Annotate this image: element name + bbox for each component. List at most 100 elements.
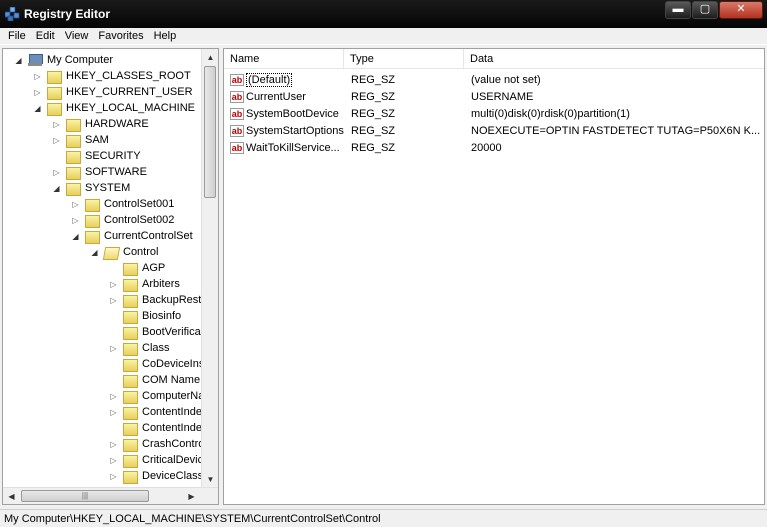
scroll-down-arrow-icon[interactable]: ▼ bbox=[202, 471, 218, 488]
collapse-triangle-icon[interactable]: ◢ bbox=[33, 104, 42, 113]
tree-item[interactable]: ▷ BackupReste bbox=[109, 292, 207, 308]
tree-item[interactable]: ▷ CrashContro bbox=[109, 436, 204, 452]
value-data-cell: USERNAME bbox=[471, 91, 534, 103]
menu-edit[interactable]: Edit bbox=[36, 30, 55, 42]
tree-item[interactable]: ▷ HKEY_CLASSES_ROOT bbox=[33, 68, 191, 84]
column-header-type[interactable]: Type bbox=[344, 49, 464, 69]
tree-item-label: Arbiters bbox=[142, 278, 180, 290]
tree-horizontal-scroll-thumb[interactable]: ||| bbox=[21, 490, 149, 502]
tree-item-label: BackupReste bbox=[142, 294, 208, 306]
ab-icon: ab bbox=[230, 74, 244, 86]
folder-icon bbox=[123, 470, 138, 484]
collapse-triangle-icon[interactable]: ◢ bbox=[90, 248, 99, 257]
expand-triangle-icon[interactable]: ▷ bbox=[109, 344, 118, 353]
ab-icon: ab bbox=[230, 142, 244, 154]
expand-triangle-icon[interactable]: ▷ bbox=[33, 72, 42, 81]
expander-placeholder bbox=[109, 312, 118, 321]
expand-triangle-icon[interactable]: ▷ bbox=[71, 200, 80, 209]
tree-item[interactable]: ▷ ControlSet002 bbox=[71, 212, 174, 228]
tree-item[interactable]: ContentInde bbox=[109, 420, 202, 436]
folder-icon bbox=[66, 150, 81, 164]
collapse-triangle-icon[interactable]: ◢ bbox=[52, 184, 61, 193]
folder-icon bbox=[85, 230, 100, 244]
value-data-cell: (value not set) bbox=[471, 74, 541, 86]
title-bar[interactable]: Registry Editor ▬ ▢ ✕ bbox=[0, 0, 767, 28]
expander-placeholder bbox=[109, 328, 118, 337]
value-type-cell: REG_SZ bbox=[351, 125, 396, 137]
menu-favorites[interactable]: Favorites bbox=[98, 30, 143, 42]
tree-item[interactable]: ▷ Arbiters bbox=[109, 276, 180, 292]
tree-item[interactable]: BootVerifica bbox=[109, 324, 201, 340]
tree-item[interactable]: CoDeviceIns bbox=[109, 356, 204, 372]
tree-item[interactable]: SECURITY bbox=[52, 148, 141, 164]
folder-icon bbox=[123, 326, 138, 340]
expand-triangle-icon[interactable]: ▷ bbox=[52, 120, 61, 129]
tree-item[interactable]: ▷ SAM bbox=[52, 132, 109, 148]
tree-item-label: HKEY_LOCAL_MACHINE bbox=[66, 102, 195, 114]
tree-item[interactable]: ▷ DeviceClass bbox=[109, 468, 203, 484]
expand-triangle-icon[interactable]: ▷ bbox=[109, 472, 118, 481]
tree-vertical-scroll-thumb[interactable] bbox=[204, 66, 216, 198]
tree-item[interactable]: ▷ SOFTWARE bbox=[52, 164, 147, 180]
folder-icon bbox=[123, 294, 138, 308]
collapse-triangle-icon[interactable]: ◢ bbox=[71, 232, 80, 241]
expand-triangle-icon[interactable]: ▷ bbox=[109, 440, 118, 449]
tree-item[interactable]: ◢ HKEY_LOCAL_MACHINE bbox=[33, 100, 195, 116]
close-button[interactable]: ✕ bbox=[719, 1, 763, 19]
expand-triangle-icon[interactable]: ▷ bbox=[52, 168, 61, 177]
table-row[interactable]: ab WaitToKillService... REG_SZ 20000 bbox=[224, 140, 764, 157]
expander-placeholder bbox=[109, 264, 118, 273]
expander-placeholder bbox=[109, 376, 118, 385]
values-list-pane[interactable]: Name Type Data ab (Default) REG_SZ (value n… bbox=[223, 48, 765, 505]
tree-item-label: HKEY_CURRENT_USER bbox=[66, 86, 193, 98]
menu-help[interactable]: Help bbox=[154, 30, 177, 42]
tree-item[interactable]: ◢ SYSTEM bbox=[52, 180, 130, 196]
expand-triangle-icon[interactable]: ▷ bbox=[33, 88, 42, 97]
expand-triangle-icon[interactable]: ▷ bbox=[109, 456, 118, 465]
minimize-button[interactable]: ▬ bbox=[665, 1, 691, 19]
table-row[interactable]: ab SystemBootDevice REG_SZ multi(0)disk(0)r… bbox=[224, 106, 764, 123]
computer-icon bbox=[28, 54, 43, 66]
tree-item[interactable]: ◢ CurrentControlSet bbox=[71, 228, 193, 244]
table-row[interactable]: ab SystemStartOptions REG_SZ NOEXECUTE=OPTI… bbox=[224, 123, 764, 140]
column-header-name[interactable]: Name bbox=[224, 49, 344, 69]
tree-item[interactable]: ◢ Control bbox=[90, 244, 158, 260]
list-header: Name Type Data bbox=[224, 49, 764, 69]
tree-item[interactable]: ▷ CriticalDevic bbox=[109, 452, 203, 468]
collapse-triangle-icon[interactable]: ◢ bbox=[14, 56, 23, 65]
tree-item[interactable]: ▷ HKEY_CURRENT_USER bbox=[33, 84, 193, 100]
tree-horizontal-scrollbar[interactable]: ◀ ||| ▶ bbox=[3, 487, 218, 504]
tree-item-label: ContentInde bbox=[142, 422, 202, 434]
tree-item[interactable]: Biosinfo bbox=[109, 308, 181, 324]
tree-vertical-scrollbar[interactable]: ▲ ▼ bbox=[201, 49, 218, 488]
scroll-left-arrow-icon[interactable]: ◀ bbox=[3, 488, 20, 504]
tree-item[interactable]: AGP bbox=[109, 260, 165, 276]
tree-item-label: AGP bbox=[142, 262, 166, 274]
table-row[interactable]: ab (Default) REG_SZ (value not set) bbox=[224, 72, 764, 89]
maximize-button[interactable]: ▢ bbox=[692, 1, 718, 19]
tree-item-label: COM Name A bbox=[142, 374, 210, 386]
tree-item-label: CrashContro bbox=[142, 438, 205, 450]
key-tree-pane[interactable]: ◢ My Computer ▷ HKEY_CLASSES_ROOT ▷ HKEY_CURR… bbox=[2, 48, 219, 505]
expand-triangle-icon[interactable]: ▷ bbox=[71, 216, 80, 225]
expand-triangle-icon[interactable]: ▷ bbox=[109, 280, 118, 289]
tree-item[interactable]: ▷ HARDWARE bbox=[52, 116, 149, 132]
expand-triangle-icon[interactable]: ▷ bbox=[52, 136, 61, 145]
tree-item-label: SOFTWARE bbox=[85, 166, 147, 178]
menu-view[interactable]: View bbox=[65, 30, 89, 42]
table-row[interactable]: ab CurrentUser REG_SZ USERNAME bbox=[224, 89, 764, 106]
tree-item[interactable]: ▷ ContentInde bbox=[109, 404, 202, 420]
column-header-data[interactable]: Data bbox=[464, 49, 764, 69]
tree-item-label: ControlSet002 bbox=[104, 214, 175, 226]
tree-item[interactable]: COM Name A bbox=[109, 372, 210, 388]
scroll-right-arrow-icon[interactable]: ▶ bbox=[183, 488, 200, 504]
expand-triangle-icon[interactable]: ▷ bbox=[109, 408, 118, 417]
tree-item[interactable]: ▷ ComputerNa bbox=[109, 388, 204, 404]
tree-item[interactable]: ▷ Class bbox=[109, 340, 170, 356]
expand-triangle-icon[interactable]: ▷ bbox=[109, 296, 118, 305]
expand-triangle-icon[interactable]: ▷ bbox=[109, 392, 118, 401]
menu-file[interactable]: File bbox=[8, 30, 26, 42]
tree-item[interactable]: ▷ ControlSet001 bbox=[71, 196, 174, 212]
scroll-up-arrow-icon[interactable]: ▲ bbox=[202, 49, 218, 66]
tree-item[interactable]: ◢ My Computer bbox=[14, 52, 113, 68]
